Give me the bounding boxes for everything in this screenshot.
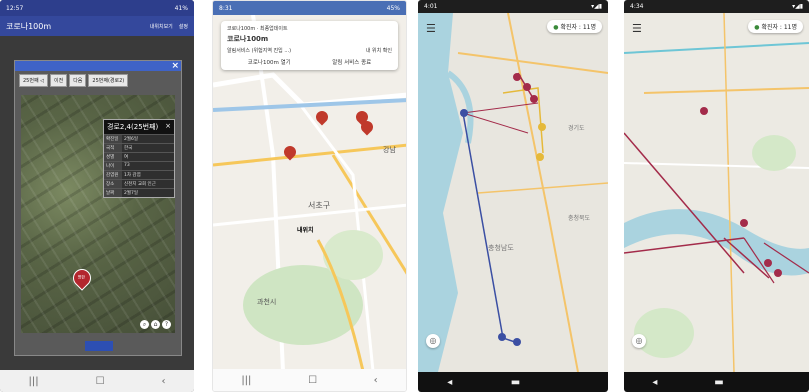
case-info-panel: 경로2,4(25번째) × 확진일 2월6일 국적 한국 성별 여 나이 73 감염원 1차…	[103, 119, 175, 198]
case-marker-icon[interactable]	[764, 259, 772, 267]
app-bar: 코로나100m 내위치보기 설정	[0, 16, 194, 36]
next-button[interactable]: 다음	[69, 74, 87, 87]
alert-status: 알림서비스 (위험지역 진입 ...)	[227, 48, 292, 54]
status-battery: 41%	[174, 4, 188, 12]
signal-icon: ▾◢▮	[792, 3, 803, 10]
back-icon[interactable]: ◂	[447, 377, 452, 388]
card-subtitle: 코로나100m · 최종업데이트	[227, 26, 288, 32]
case-marker-icon[interactable]	[523, 83, 531, 91]
locate-icon[interactable]: ◎	[632, 334, 646, 348]
close-icon[interactable]: ×	[165, 122, 171, 132]
region-label: 충청남도	[488, 244, 514, 252]
menu-settings[interactable]: 설정	[179, 23, 188, 30]
back-icon[interactable]: ‹	[162, 376, 166, 387]
confirmed-count-badge: ● 확진자 : 11명	[748, 20, 803, 33]
info-title: 경로2,4(25번째)	[107, 123, 159, 131]
status-bar: 12:57 41%	[0, 0, 194, 16]
screen-satellite-case: 12:57 41% 코로나100m 내위치보기 설정 × 25번째 ◁ 이전 다…	[0, 0, 194, 392]
home-pill-icon[interactable]: ▬	[511, 377, 520, 388]
status-bar: 4:34 ▾◢▮	[624, 0, 809, 13]
screen-route-map-zoom: 4:34 ▾◢▮ ☰ ● 확진자 : 11명 ◎ ◂ ▬	[624, 0, 809, 392]
menu-icon[interactable]: ☰	[632, 22, 642, 35]
case-marker-icon[interactable]	[530, 95, 538, 103]
case-marker-icon[interactable]	[774, 269, 782, 277]
system-nav-bar: ||| ☐ ‹	[0, 370, 194, 392]
recent-apps-icon[interactable]: |||	[28, 376, 38, 387]
menu-icon[interactable]: ☰	[426, 22, 436, 35]
map-label-gangnam: 강남	[383, 146, 396, 154]
app-title: 코로나100m	[6, 21, 52, 31]
menu-my-location[interactable]: 내위치보기	[150, 23, 173, 30]
prev-button[interactable]: 이전	[50, 74, 68, 87]
info-row: 확진일 2월6일	[104, 134, 174, 143]
info-row: 나이 73	[104, 161, 174, 170]
info-row: 감염원 1차 감염	[104, 170, 174, 179]
system-nav-bar: ||| ☐ ‹	[213, 369, 406, 391]
help-icon[interactable]: ?	[162, 320, 171, 329]
search-icon[interactable]: ⌕	[140, 320, 149, 329]
locate-icon[interactable]: ◎	[426, 334, 440, 348]
case-marker-icon[interactable]	[538, 123, 546, 131]
region-label: 경기도	[568, 125, 585, 132]
status-time: 4:34	[630, 3, 644, 10]
status-time: 12:57	[6, 4, 24, 12]
case-marker-icon[interactable]	[536, 153, 544, 161]
case-marker-icon[interactable]	[700, 107, 708, 115]
case-dialog: × 25번째 ◁ 이전 다음 25번째(경로2) 경로2,4(25번째) × 확진…	[14, 60, 182, 356]
info-row: 성별 여	[104, 152, 174, 161]
info-row: 날짜 2월7일	[104, 188, 174, 197]
route-button[interactable]: 25번째(경로2)	[88, 74, 129, 87]
route-map[interactable]: 경기도 충청남도 충청북도	[418, 13, 608, 372]
home-icon[interactable]: ⌂	[151, 320, 160, 329]
region-label: 충청북도	[568, 215, 591, 222]
status-bar: 4:01 ▾◢▮	[418, 0, 608, 13]
info-row: 국적 한국	[104, 143, 174, 152]
notification-card[interactable]: 코로나100m · 최종업데이트 코로나100m 알림서비스 (위험지역 진입 …	[221, 21, 398, 70]
signal-icon: ▾◢▮	[591, 3, 602, 10]
status-bar: 8:31 45%	[213, 1, 406, 15]
map-label-seocho: 서초구	[308, 201, 331, 210]
screen-notification-map: 8:31 45% 강남 서초구 내위치 과천시 코로나100m · 최종업데이트…	[212, 0, 407, 392]
map-controls: ⌕ ⌂ ?	[140, 320, 171, 329]
case-select[interactable]: 25번째 ◁	[19, 74, 48, 87]
status-time: 8:31	[219, 4, 233, 12]
back-icon[interactable]: ‹	[374, 375, 378, 386]
check-location-link[interactable]: 내 위치 확인	[366, 47, 392, 54]
system-nav-bar: ◂ ▬	[418, 372, 608, 392]
case-marker-icon[interactable]	[513, 338, 521, 346]
close-icon[interactable]: ×	[171, 61, 179, 71]
case-marker-icon[interactable]	[498, 333, 506, 341]
route-map[interactable]	[624, 13, 809, 372]
status-time: 4:01	[424, 3, 438, 10]
case-marker-icon[interactable]	[513, 73, 521, 81]
confirmed-count-badge: ● 확진자 : 11명	[547, 20, 602, 33]
open-app-button[interactable]: 코로나100m 열기	[248, 58, 291, 66]
my-location-label: 내위치	[297, 227, 314, 234]
info-row: 장소 신천지 교회 인근	[104, 179, 174, 188]
person-icon: ●	[754, 24, 760, 31]
status-battery: 45%	[386, 4, 400, 12]
confirm-button[interactable]	[85, 341, 113, 351]
dialog-nav: 25번째 ◁ 이전 다음 25번째(경로2)	[15, 71, 181, 90]
dialog-header: ×	[15, 61, 181, 71]
case-marker-icon[interactable]	[740, 219, 748, 227]
home-button-icon[interactable]: ☐	[308, 375, 317, 386]
person-icon: ●	[553, 24, 559, 31]
map-label-gwacheon: 과천시	[257, 298, 277, 306]
back-icon[interactable]: ◂	[652, 377, 657, 388]
home-pill-icon[interactable]: ▬	[714, 377, 723, 388]
recent-apps-icon[interactable]: |||	[241, 375, 251, 386]
card-title: 코로나100m	[227, 35, 269, 43]
screen-route-map-wide: 4:01 ▾◢▮ 경기도 충청남도 충청북도 ☰ ● 확진자 : 11명 ◎ ◂…	[418, 0, 608, 392]
system-nav-bar: ◂ ▬	[624, 372, 809, 392]
stop-alert-button[interactable]: 알림 서비스 종료	[332, 58, 371, 66]
home-button-icon[interactable]: ☐	[96, 376, 105, 387]
case-marker-icon[interactable]	[460, 109, 468, 117]
